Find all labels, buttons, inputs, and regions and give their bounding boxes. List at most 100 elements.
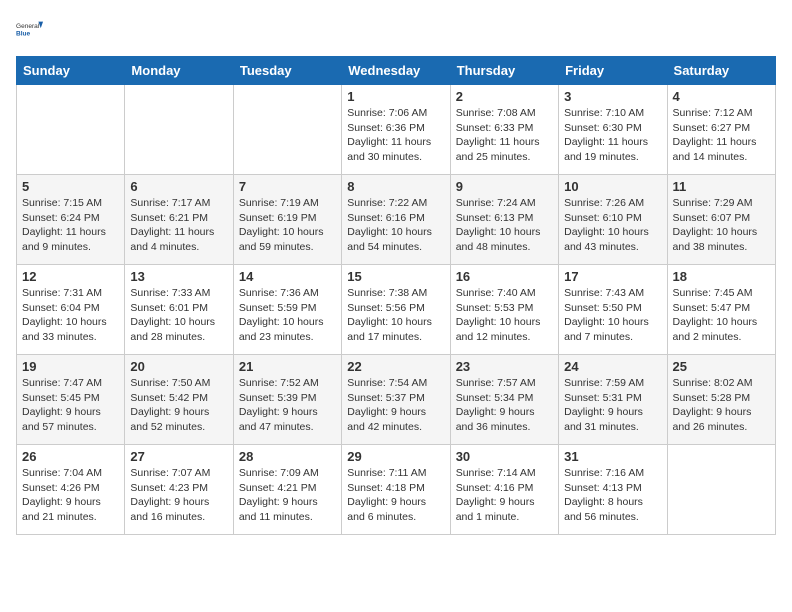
day-number: 18 xyxy=(673,269,770,284)
day-number: 10 xyxy=(564,179,661,194)
day-number: 22 xyxy=(347,359,444,374)
day-info: Sunrise: 7:54 AM Sunset: 5:37 PM Dayligh… xyxy=(347,376,444,435)
calendar-cell: 2 Sunrise: 7:08 AM Sunset: 6:33 PM Daylig… xyxy=(450,85,558,175)
day-info: Sunrise: 7:04 AM Sunset: 4:26 PM Dayligh… xyxy=(22,466,119,525)
day-number: 29 xyxy=(347,449,444,464)
day-number: 30 xyxy=(456,449,553,464)
weekday-header-thursday: Thursday xyxy=(450,57,558,85)
calendar-cell: 19 Sunrise: 7:47 AM Sunset: 5:45 PM Dayli… xyxy=(17,355,125,445)
calendar-cell: 10 Sunrise: 7:26 AM Sunset: 6:10 PM Dayli… xyxy=(559,175,667,265)
day-info: Sunrise: 7:14 AM Sunset: 4:16 PM Dayligh… xyxy=(456,466,553,525)
logo: GeneralBlue xyxy=(16,16,44,44)
day-info: Sunrise: 7:06 AM Sunset: 6:36 PM Dayligh… xyxy=(347,106,444,165)
day-info: Sunrise: 7:57 AM Sunset: 5:34 PM Dayligh… xyxy=(456,376,553,435)
day-info: Sunrise: 7:10 AM Sunset: 6:30 PM Dayligh… xyxy=(564,106,661,165)
logo-icon: GeneralBlue xyxy=(16,16,44,44)
calendar-cell xyxy=(233,85,341,175)
calendar-cell xyxy=(667,445,775,535)
calendar-cell: 25Sunrise: 8:02 AM Sunset: 5:28 PM Dayli… xyxy=(667,355,775,445)
calendar-cell: 26 Sunrise: 7:04 AM Sunset: 4:26 PM Dayli… xyxy=(17,445,125,535)
day-info: Sunrise: 7:59 AM Sunset: 5:31 PM Dayligh… xyxy=(564,376,661,435)
calendar-cell: 31 Sunrise: 7:16 AM Sunset: 4:13 PM Dayli… xyxy=(559,445,667,535)
weekday-header-wednesday: Wednesday xyxy=(342,57,450,85)
day-info: Sunrise: 7:45 AM Sunset: 5:47 PM Dayligh… xyxy=(673,286,770,345)
day-info: Sunrise: 7:29 AM Sunset: 6:07 PM Dayligh… xyxy=(673,196,770,255)
calendar-cell: 12 Sunrise: 7:31 AM Sunset: 6:04 PM Dayli… xyxy=(17,265,125,355)
calendar-cell: 9Sunrise: 7:24 AM Sunset: 6:13 PM Daylig… xyxy=(450,175,558,265)
day-number: 4 xyxy=(673,89,770,104)
page-header: GeneralBlue xyxy=(16,16,776,44)
day-info: Sunrise: 7:26 AM Sunset: 6:10 PM Dayligh… xyxy=(564,196,661,255)
calendar-cell: 1 Sunrise: 7:06 AM Sunset: 6:36 PM Daylig… xyxy=(342,85,450,175)
day-info: Sunrise: 8:02 AM Sunset: 5:28 PM Dayligh… xyxy=(673,376,770,435)
calendar-cell: 13 Sunrise: 7:33 AM Sunset: 6:01 PM Dayli… xyxy=(125,265,233,355)
weekday-header-saturday: Saturday xyxy=(667,57,775,85)
calendar-cell: 30 Sunrise: 7:14 AM Sunset: 4:16 PM Dayli… xyxy=(450,445,558,535)
day-number: 23 xyxy=(456,359,553,374)
day-number: 16 xyxy=(456,269,553,284)
day-info: Sunrise: 7:17 AM Sunset: 6:21 PM Dayligh… xyxy=(130,196,227,255)
day-number: 8 xyxy=(347,179,444,194)
day-number: 24 xyxy=(564,359,661,374)
calendar-cell: 15 Sunrise: 7:38 AM Sunset: 5:56 PM Dayli… xyxy=(342,265,450,355)
calendar-cell: 29 Sunrise: 7:11 AM Sunset: 4:18 PM Dayli… xyxy=(342,445,450,535)
day-number: 3 xyxy=(564,89,661,104)
day-number: 2 xyxy=(456,89,553,104)
calendar-cell: 16 Sunrise: 7:40 AM Sunset: 5:53 PM Dayli… xyxy=(450,265,558,355)
day-number: 5 xyxy=(22,179,119,194)
day-info: Sunrise: 7:31 AM Sunset: 6:04 PM Dayligh… xyxy=(22,286,119,345)
calendar-cell: 17 Sunrise: 7:43 AM Sunset: 5:50 PM Dayli… xyxy=(559,265,667,355)
day-info: Sunrise: 7:09 AM Sunset: 4:21 PM Dayligh… xyxy=(239,466,336,525)
weekday-header-sunday: Sunday xyxy=(17,57,125,85)
day-info: Sunrise: 7:43 AM Sunset: 5:50 PM Dayligh… xyxy=(564,286,661,345)
calendar-cell: 8Sunrise: 7:22 AM Sunset: 6:16 PM Daylig… xyxy=(342,175,450,265)
day-number: 21 xyxy=(239,359,336,374)
day-number: 6 xyxy=(130,179,227,194)
calendar-table: SundayMondayTuesdayWednesdayThursdayFrid… xyxy=(16,56,776,535)
calendar-cell: 22 Sunrise: 7:54 AM Sunset: 5:37 PM Dayli… xyxy=(342,355,450,445)
calendar-week-5: 26 Sunrise: 7:04 AM Sunset: 4:26 PM Dayli… xyxy=(17,445,776,535)
calendar-cell: 4 Sunrise: 7:12 AM Sunset: 6:27 PM Daylig… xyxy=(667,85,775,175)
day-number: 15 xyxy=(347,269,444,284)
weekday-header-row: SundayMondayTuesdayWednesdayThursdayFrid… xyxy=(17,57,776,85)
calendar-cell xyxy=(125,85,233,175)
calendar-cell: 20Sunrise: 7:50 AM Sunset: 5:42 PM Dayli… xyxy=(125,355,233,445)
day-number: 19 xyxy=(22,359,119,374)
calendar-cell xyxy=(17,85,125,175)
day-info: Sunrise: 7:36 AM Sunset: 5:59 PM Dayligh… xyxy=(239,286,336,345)
day-number: 31 xyxy=(564,449,661,464)
day-info: Sunrise: 7:33 AM Sunset: 6:01 PM Dayligh… xyxy=(130,286,227,345)
calendar-week-4: 19 Sunrise: 7:47 AM Sunset: 5:45 PM Dayli… xyxy=(17,355,776,445)
day-info: Sunrise: 7:40 AM Sunset: 5:53 PM Dayligh… xyxy=(456,286,553,345)
calendar-cell: 7 Sunrise: 7:19 AM Sunset: 6:19 PM Daylig… xyxy=(233,175,341,265)
day-number: 26 xyxy=(22,449,119,464)
calendar-cell: 28 Sunrise: 7:09 AM Sunset: 4:21 PM Dayli… xyxy=(233,445,341,535)
calendar-cell: 14 Sunrise: 7:36 AM Sunset: 5:59 PM Dayli… xyxy=(233,265,341,355)
day-number: 1 xyxy=(347,89,444,104)
day-info: Sunrise: 7:08 AM Sunset: 6:33 PM Dayligh… xyxy=(456,106,553,165)
day-number: 28 xyxy=(239,449,336,464)
day-number: 7 xyxy=(239,179,336,194)
day-info: Sunrise: 7:47 AM Sunset: 5:45 PM Dayligh… xyxy=(22,376,119,435)
calendar-cell: 6 Sunrise: 7:17 AM Sunset: 6:21 PM Daylig… xyxy=(125,175,233,265)
day-number: 12 xyxy=(22,269,119,284)
day-info: Sunrise: 7:12 AM Sunset: 6:27 PM Dayligh… xyxy=(673,106,770,165)
day-number: 17 xyxy=(564,269,661,284)
calendar-week-3: 12 Sunrise: 7:31 AM Sunset: 6:04 PM Dayli… xyxy=(17,265,776,355)
calendar-cell: 5 Sunrise: 7:15 AM Sunset: 6:24 PM Daylig… xyxy=(17,175,125,265)
day-info: Sunrise: 7:19 AM Sunset: 6:19 PM Dayligh… xyxy=(239,196,336,255)
day-info: Sunrise: 7:52 AM Sunset: 5:39 PM Dayligh… xyxy=(239,376,336,435)
weekday-header-friday: Friday xyxy=(559,57,667,85)
calendar-cell: 23 Sunrise: 7:57 AM Sunset: 5:34 PM Dayli… xyxy=(450,355,558,445)
day-info: Sunrise: 7:16 AM Sunset: 4:13 PM Dayligh… xyxy=(564,466,661,525)
day-number: 9 xyxy=(456,179,553,194)
day-info: Sunrise: 7:15 AM Sunset: 6:24 PM Dayligh… xyxy=(22,196,119,255)
day-number: 13 xyxy=(130,269,227,284)
calendar-cell: 11 Sunrise: 7:29 AM Sunset: 6:07 PM Dayli… xyxy=(667,175,775,265)
svg-text:General: General xyxy=(16,23,40,30)
day-number: 11 xyxy=(673,179,770,194)
weekday-header-tuesday: Tuesday xyxy=(233,57,341,85)
day-number: 14 xyxy=(239,269,336,284)
day-info: Sunrise: 7:11 AM Sunset: 4:18 PM Dayligh… xyxy=(347,466,444,525)
day-info: Sunrise: 7:38 AM Sunset: 5:56 PM Dayligh… xyxy=(347,286,444,345)
